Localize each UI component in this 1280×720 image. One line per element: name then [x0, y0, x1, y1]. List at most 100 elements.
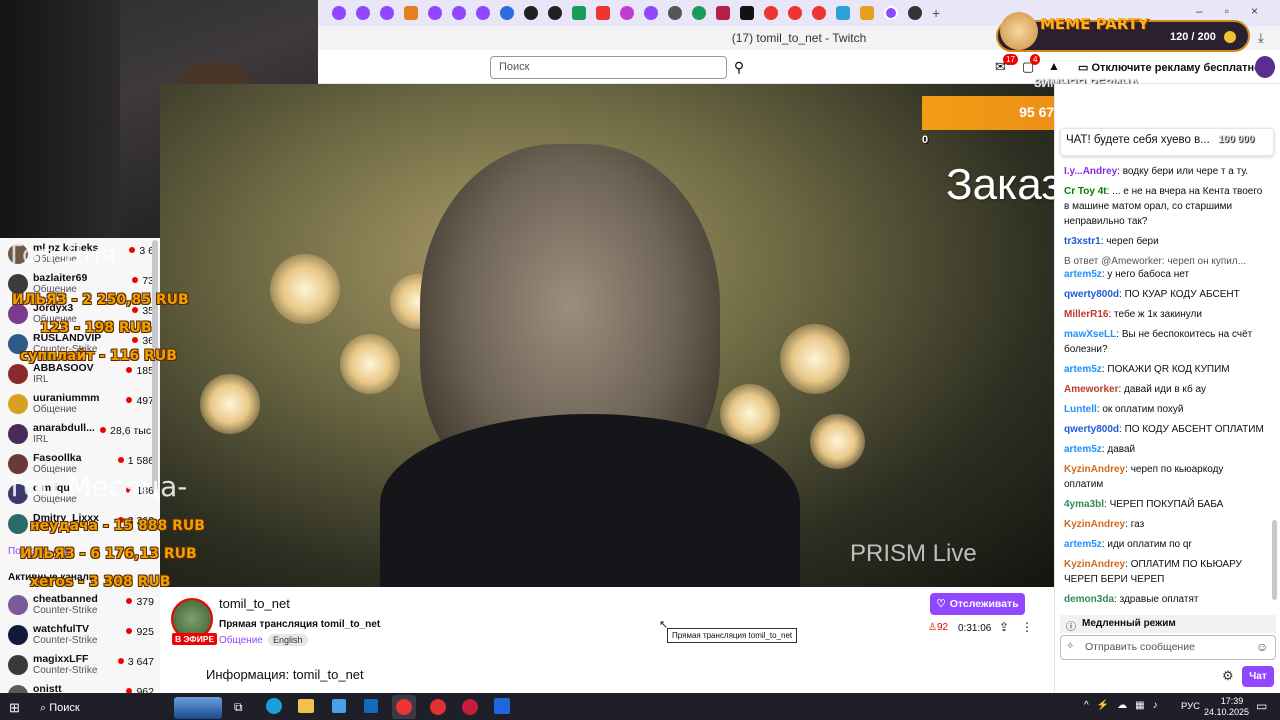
task-view-icon[interactable]: ⧉ — [234, 700, 243, 715]
maximize-icon[interactable]: ▫ — [1225, 4, 1251, 18]
chat-message[interactable]: artem5z: ПОКАЖИ QR КОД КУПИМ — [1064, 362, 1264, 377]
chat-scrollbar[interactable] — [1272, 520, 1277, 600]
tab-favicon-icon[interactable] — [500, 6, 514, 20]
notification-center-icon[interactable]: ▭ — [1256, 699, 1267, 713]
store-icon[interactable] — [332, 699, 346, 713]
tab-favicon-icon[interactable] — [356, 6, 370, 20]
tab-favicon-icon[interactable] — [428, 6, 442, 20]
chat-username[interactable]: Ameworker — [1064, 384, 1118, 395]
explorer-icon[interactable] — [298, 699, 314, 713]
download-icon[interactable]: ⤓ — [1258, 30, 1264, 46]
chat-username[interactable]: I.y...Andrey — [1064, 166, 1117, 177]
tab-favicon-icon[interactable] — [692, 6, 706, 20]
sidebar-channel[interactable]: anarabdull... IRL 28,6 тыс. — [8, 421, 154, 451]
yandex-browser-icon[interactable] — [396, 699, 412, 715]
avatar[interactable] — [1255, 56, 1275, 78]
close-icon[interactable]: × — [1251, 4, 1280, 18]
chat-username[interactable]: mawXseLL — [1064, 329, 1116, 340]
clock-date[interactable]: 24.10.2025 — [1204, 707, 1249, 717]
tab-favicon-icon[interactable] — [476, 6, 490, 20]
chat-username[interactable]: qwerty800d — [1064, 289, 1119, 300]
cloud-icon[interactable]: ☁ — [1117, 700, 1135, 711]
share-icon[interactable]: ⇪ — [999, 620, 1009, 634]
chat-message[interactable]: 4yma3bl: ЧЕРЕП ПОКУПАЙ БАБА — [1064, 497, 1264, 512]
chat-username[interactable]: tr3xstr1 — [1064, 236, 1101, 247]
chevron-up-icon[interactable]: ^ — [1084, 700, 1097, 711]
tab-favicon-icon[interactable] — [764, 6, 778, 20]
tab-favicon-icon[interactable] — [404, 6, 418, 20]
chat-username[interactable]: artem5z — [1064, 539, 1102, 550]
tab-favicon-icon[interactable] — [740, 6, 754, 20]
chat-username[interactable]: KyzinAndrey — [1064, 519, 1125, 530]
chat-username[interactable]: artem5z — [1064, 364, 1102, 375]
tab-favicon-icon[interactable] — [380, 6, 394, 20]
chat-message[interactable]: Ameworker: давай иди в кб ау — [1064, 382, 1264, 397]
tab-favicon-icon[interactable] — [668, 6, 682, 20]
ad-free-button[interactable]: ▭ Отключите рекламу бесплатно — [1078, 61, 1261, 74]
chat-message[interactable]: Luntell: ок оплатим похуй — [1064, 402, 1264, 417]
tab-favicon-icon[interactable] — [860, 6, 874, 20]
sidebar-active-channel[interactable]: watchfulTV Counter-Strike 925 — [8, 622, 154, 652]
chat-username[interactable]: 4yma3bl — [1064, 499, 1104, 510]
tab-favicon-icon[interactable] — [332, 6, 346, 20]
more-options-icon[interactable]: ⋮ — [1021, 620, 1033, 634]
crown-icon[interactable]: ▲ — [1048, 59, 1060, 73]
video-player[interactable]: PRISM Live — [160, 84, 1054, 587]
chat-username[interactable]: Luntell — [1064, 404, 1097, 415]
sidebar-active-channel[interactable]: magixxLFF Counter-Strike 3 647 — [8, 652, 154, 682]
app-icon[interactable] — [494, 698, 510, 714]
chat-username[interactable]: KyzinAndrey — [1064, 464, 1125, 475]
chat-message[interactable]: Cr Toy 4t: ... е не на вчера на Кента тв… — [1064, 184, 1264, 229]
edge-icon[interactable] — [266, 698, 282, 714]
chat-message[interactable]: MillerR16: тебе ж 1к закинули — [1064, 307, 1264, 322]
chat-username[interactable]: MillerR16 — [1064, 309, 1108, 320]
tab-favicon-icon[interactable] — [548, 6, 562, 20]
minimize-icon[interactable]: – — [1196, 4, 1225, 18]
tab-favicon-icon[interactable] — [908, 6, 922, 20]
windows-start-icon[interactable]: ⊞ — [9, 700, 20, 716]
sidebar-active-channel[interactable]: cheatbanned Counter-Strike 379 — [8, 592, 154, 622]
sidebar-channel[interactable]: uuraniummm Общение 497 — [8, 391, 154, 421]
tab-favicon-icon[interactable] — [812, 6, 826, 20]
tab-favicon-icon[interactable] — [620, 6, 634, 20]
sidebar-scrollbar[interactable] — [152, 240, 158, 490]
language-indicator[interactable]: РУС — [1181, 701, 1200, 712]
chat-message[interactable]: KyzinAndrey: газ — [1064, 517, 1264, 532]
tab-favicon-icon[interactable] — [788, 6, 802, 20]
yandex-icon[interactable] — [430, 699, 446, 715]
volume-icon[interactable]: ♪ — [1153, 700, 1166, 711]
tab-favicon-icon[interactable] — [644, 6, 658, 20]
chat-message[interactable]: qwerty800d: ПО КУАР КОДУ АБСЕНТ — [1064, 287, 1264, 302]
tag-chip[interactable]: English — [268, 634, 308, 646]
tab-favicon-icon[interactable] — [884, 6, 898, 20]
category-link[interactable]: Общение — [219, 635, 263, 646]
outlook-icon[interactable] — [364, 699, 378, 713]
tab-favicon-icon[interactable] — [572, 6, 586, 20]
chat-message[interactable]: KyzinAndrey: череп по кьюаркоду оплатим — [1064, 462, 1264, 492]
media-app-icon[interactable] — [462, 699, 478, 715]
tab-favicon-icon[interactable] — [452, 6, 466, 20]
chat-message[interactable]: artem5z: у него бабоса нет — [1064, 267, 1264, 282]
chat-username[interactable]: demon3da — [1064, 594, 1114, 605]
chat-username[interactable]: artem5z — [1064, 444, 1102, 455]
new-tab-icon[interactable]: + — [932, 5, 940, 21]
chat-message[interactable]: qwerty800d: ПО КОДУ АБСЕНТ ОПЛАТИМ — [1064, 422, 1264, 437]
follow-button[interactable]: ♡ Отслеживать — [930, 593, 1025, 615]
chat-message[interactable]: artem5z: давай — [1064, 442, 1264, 457]
settings-gear-icon[interactable]: ⚙ — [1222, 668, 1234, 684]
chat-message[interactable]: I.y...Andrey: водку бери или черe т а ту… — [1064, 164, 1264, 179]
bluetooth-icon[interactable]: ⚡ — [1097, 700, 1117, 711]
network-icon[interactable]: ▦ — [1135, 700, 1152, 711]
chat-send-button[interactable]: Чат — [1242, 666, 1274, 687]
chat-username[interactable]: qwerty800d — [1064, 424, 1119, 435]
sidebar-channel[interactable]: ABBASOOV IRL 185 — [8, 361, 154, 391]
chat-message[interactable]: mawXseLL: Вы не беспокоитесь на счёт бол… — [1064, 327, 1264, 357]
tab-favicon-icon[interactable] — [716, 6, 730, 20]
tab-favicon-icon[interactable] — [836, 6, 850, 20]
search-input[interactable]: Поиск — [490, 56, 727, 79]
chat-username[interactable]: Cr Toy 4t — [1064, 186, 1107, 197]
chat-username[interactable]: artem5z — [1064, 269, 1102, 280]
chat-username[interactable]: KyzinAndrey — [1064, 559, 1125, 570]
chat-message[interactable]: KyzinAndrey: ОПЛАТИМ ПО КЬЮАРУ ЧЕРЕП БЕР… — [1064, 557, 1264, 587]
chat-message[interactable]: demon3da: здравые оплатят — [1064, 592, 1264, 607]
